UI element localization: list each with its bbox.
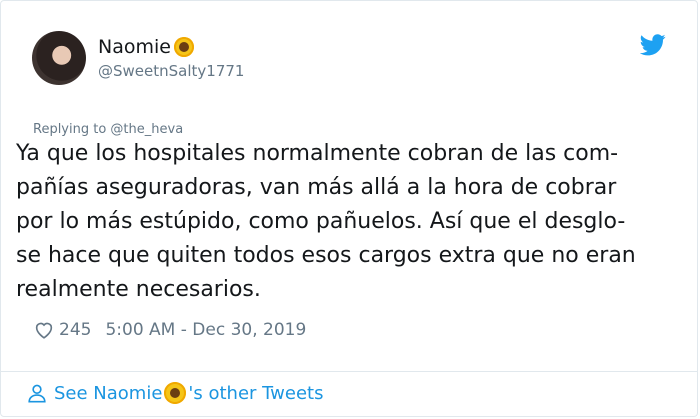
like-count: 245: [59, 320, 92, 340]
tweet-header: Naomie @SweetnSalty1771: [32, 31, 244, 85]
tweet-card: Naomie @SweetnSalty1771 Replying to @the…: [0, 0, 698, 417]
footer-suffix: 's other Tweets: [188, 382, 324, 404]
user-handle[interactable]: @SweetnSalty1771: [98, 61, 244, 81]
sunflower-icon: [173, 36, 195, 58]
see-other-tweets-link[interactable]: See Naomie 's other Tweets: [26, 381, 323, 405]
sunflower-icon: [163, 381, 187, 405]
tweet-text-line: Ya que los hospitales normalmente cobran…: [16, 141, 619, 166]
tweet-timestamp[interactable]: 5:00 AM - Dec 30, 2019: [105, 320, 306, 340]
tweet-text-line: pañías aseguradoras, van más allá a la h…: [16, 175, 617, 200]
user-names: Naomie @SweetnSalty1771: [98, 35, 244, 81]
person-icon: [28, 384, 46, 403]
twitter-bird-icon[interactable]: [640, 34, 666, 56]
footer-prefix: See Naomie: [54, 382, 163, 404]
tweet-text: Ya que los hospitales normalmente cobran…: [16, 137, 696, 307]
heart-icon[interactable]: [33, 319, 55, 341]
avatar[interactable]: [32, 31, 86, 85]
display-name[interactable]: Naomie: [98, 35, 171, 59]
replying-to[interactable]: Replying to @the_heva: [33, 122, 183, 137]
display-name-row[interactable]: Naomie: [98, 35, 244, 59]
divider: [1, 371, 697, 372]
tweet-text-line: realmente necesarios.: [16, 277, 261, 302]
tweet-text-line: por lo más estúpido, como pañuelos. Así …: [16, 209, 626, 234]
tweet-text-line: se hace que quiten todos esos cargos ext…: [16, 243, 636, 268]
tweet-meta: 245 5:00 AM - Dec 30, 2019: [33, 319, 306, 341]
